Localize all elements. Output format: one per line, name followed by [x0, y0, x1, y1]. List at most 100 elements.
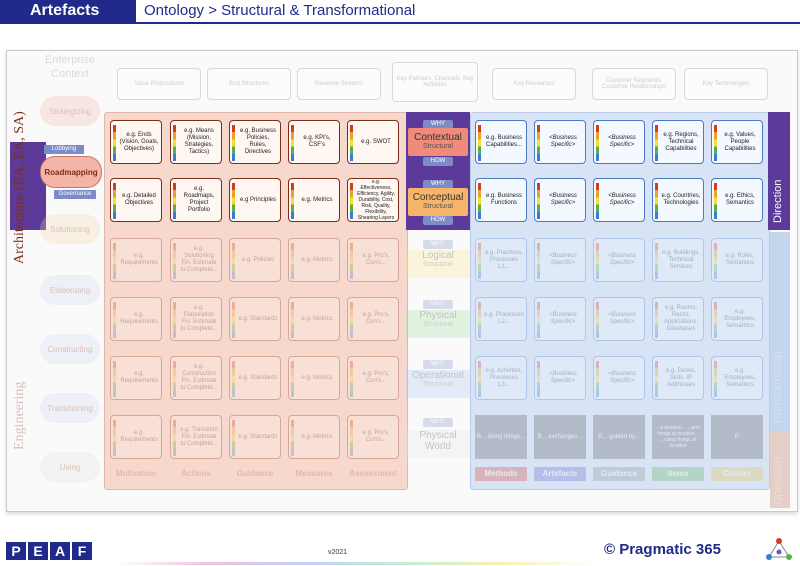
contextual-sub: Structural	[423, 143, 453, 150]
why-tag: WHY	[423, 360, 453, 369]
col-assessment-label: Assessment	[349, 469, 397, 478]
cell-motivation-operational: e.g. Requirements	[110, 356, 162, 400]
col-artefacts-label: Artefacts	[534, 467, 586, 481]
cell-items-operational: e.g. Desks, Slots, IP Addresses	[652, 356, 704, 400]
cell-methods-physical: e.g. Processes L2...	[475, 297, 527, 341]
cell-motivation-world: e.g. Requirements	[110, 415, 162, 459]
col-actions-label: Actions	[181, 469, 211, 478]
governance-tag: Governance	[54, 190, 96, 199]
cell-actions-contextual: e.g. Means (Mission, Strategies, Tactics…	[170, 120, 222, 164]
cell-artefacts-conceptual: <Business Specific>	[534, 178, 586, 222]
col-culture-label: Culture	[711, 467, 763, 481]
architecture-label: Architecture (BA, EA, SA)	[12, 111, 27, 264]
cell-guidance2-physical: <Business Specific>	[593, 297, 645, 341]
cell-guidance2-logical: <Business Specific>	[593, 238, 645, 282]
cell-artefacts-logical: <Business Specific>	[534, 238, 586, 282]
cell-assessment-logical: e.g. Pro's, Con's...	[347, 238, 399, 282]
logical-label: Logical	[422, 250, 454, 261]
cell-guidance-contextual: e.g. Business Policies, Rules, Directive…	[229, 120, 281, 164]
cell-guidance2-operational: <Business Specific>	[593, 356, 645, 400]
footer-rainbow	[116, 562, 596, 565]
why-tag: WHY	[423, 418, 453, 427]
enterprise-box: Value Propositions	[117, 68, 201, 100]
cell-items-conceptual: e.g. Countries, Technologies	[652, 178, 704, 222]
lobbying-tag: Lobbying	[44, 145, 84, 154]
enterprise-box: End Structures	[207, 68, 291, 100]
cell-artefacts-physical: <Business Specific>	[534, 297, 586, 341]
physical-label: Physical	[419, 310, 457, 321]
constructing-node: Constructing	[40, 334, 100, 364]
cell-guidance2-contextual: <Business Specific>	[593, 120, 645, 164]
direction-label: Direction	[772, 179, 784, 223]
cell-guidance2-world: B... guided by...	[593, 415, 645, 459]
elaborating-node: Elaborating	[40, 275, 100, 305]
cell-culture-conceptual: e.g. Ethics, Semantics	[711, 178, 763, 222]
brand-label: © Pragmatic 365	[604, 541, 721, 558]
cell-actions-operational: e.g. Construction Fin. Estimate to Compl…	[170, 356, 222, 400]
enterprise-box: Key Resources	[492, 68, 576, 100]
physical-world-label: Physical World	[419, 430, 457, 452]
strategizing-node: Strategizing	[40, 96, 100, 126]
cell-items-contextual: e.g. Regions, Technical Capabilities	[652, 120, 704, 164]
cell-guidance-conceptual: e.g Principles	[229, 178, 281, 222]
cell-assessment-conceptual: e.g. Effectiveness, Efficiency, Agility,…	[347, 178, 399, 222]
cell-guidance-physical: e.g. Standards	[229, 297, 281, 341]
cell-actions-world: e.g. Transition Fin. Estimate to Complet…	[170, 415, 222, 459]
header-bar: Artefacts Ontology > Structural & Transf…	[0, 0, 800, 24]
operation-label: Operation	[772, 456, 784, 505]
how-tag: HOW	[423, 157, 453, 166]
peaf-logo: P E A F	[6, 542, 92, 560]
col-measures-label: Measures	[295, 469, 333, 478]
physical-sub: Structural	[423, 321, 453, 328]
col-methods-label: Methods	[475, 467, 527, 481]
cell-motivation-physical: e.g. Requirements	[110, 297, 162, 341]
conceptual-label: Conceptual	[412, 192, 464, 203]
engineering-label: Engineering	[12, 381, 27, 450]
cell-actions-logical: e.g. Solutioning Fin. Estimate to Comple…	[170, 238, 222, 282]
cell-culture-logical: e.g. Roles, Semantics	[711, 238, 763, 282]
cell-motivation-logical: e.g. Requirements	[110, 238, 162, 282]
cell-motivation-contextual: e.g. Ends (Vision, Goals, Objectives)	[110, 120, 162, 164]
cell-artefacts-world: B... exchanges...	[534, 415, 586, 459]
cell-methods-operational: e.g. Activities, Processes L3...	[475, 356, 527, 400]
cell-assessment-physical: e.g. Pro's, Con's...	[347, 297, 399, 341]
cell-artefacts-contextual: <Business Specific>	[534, 120, 586, 164]
cell-measures-physical: e.g. Metrics	[288, 297, 340, 341]
cell-methods-conceptual: e.g. Business Functions	[475, 178, 527, 222]
transitioning-node: Transitioning	[40, 393, 100, 423]
cell-items-physical: e.g. Rooms, Racks, Applications, Databas…	[652, 297, 704, 341]
cell-culture-contextual: e.g. Values, People Capabilities	[711, 120, 763, 164]
enterprise-box: Customer Segments, Customer Relationship…	[592, 68, 676, 100]
cell-items-logical: e.g. Buildings, Technical Services	[652, 238, 704, 282]
operational-sub: Structural	[423, 381, 453, 388]
breadcrumb: Ontology > Structural & Transformational	[144, 2, 416, 19]
enterprise-box: Revenue Streams	[297, 68, 381, 100]
cell-measures-world: e.g. Metrics	[288, 415, 340, 459]
cell-methods-contextual: e.g. Business Capabilities...	[475, 120, 527, 164]
cell-assessment-world: e.g. Pro's, Con's...	[347, 415, 399, 459]
cell-assessment-operational: e.g. Pro's, Con's...	[347, 356, 399, 400]
using-node: Using	[40, 452, 100, 482]
cell-culture-operational: e.g. Employees, Semantics	[711, 356, 763, 400]
transformation-label: Transformation	[772, 351, 784, 425]
col-items-label: Items	[652, 467, 704, 481]
cell-methods-logical: e.g. Practices, Processes L1...	[475, 238, 527, 282]
cell-methods-world: B... doing things...	[475, 415, 527, 459]
logical-sub: Structural	[423, 261, 453, 268]
cell-actions-conceptual: e.g. Roadmaps, Project Portfolio	[170, 178, 222, 222]
solutioning-node: Solutioning	[40, 214, 100, 244]
version-label: v2021	[328, 549, 348, 556]
enterprise-box: Key Technologies	[684, 68, 768, 100]
why-tag: WHY	[423, 300, 453, 309]
cell-measures-operational: e.g. Metrics	[288, 356, 340, 400]
logo-letter: F	[72, 542, 92, 560]
logo-letter: P	[6, 542, 26, 560]
cell-guidance-operational: e.g. Standards	[229, 356, 281, 400]
physical-world-layer: Physical World	[406, 430, 470, 458]
operational-label: Operational	[412, 370, 464, 381]
conceptual-sub: Structural	[423, 203, 453, 210]
cell-measures-logical: e.g. Metrics	[288, 238, 340, 282]
roadmapping-node: Roadmapping	[40, 156, 102, 188]
cell-items-world: ...a location... ...and things at locati…	[652, 415, 704, 459]
cell-assessment-contextual: e.g. SWOT	[347, 120, 399, 164]
